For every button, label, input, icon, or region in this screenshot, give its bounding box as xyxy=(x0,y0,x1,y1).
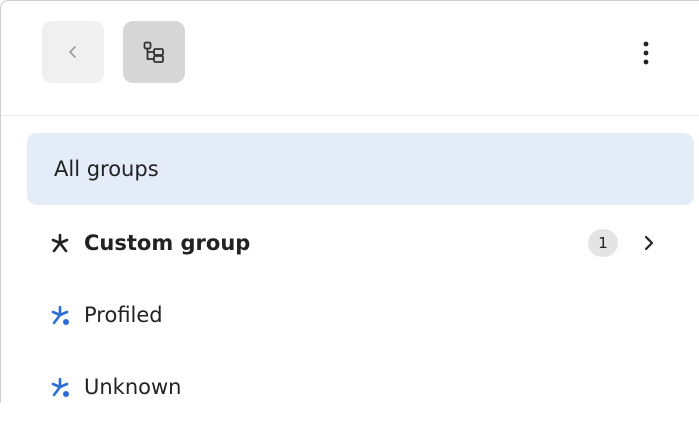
hierarchy-view-button[interactable] xyxy=(123,21,185,83)
chevron-left-icon xyxy=(69,46,76,58)
back-button[interactable] xyxy=(42,21,104,83)
more-options-button[interactable] xyxy=(631,35,661,71)
more-vertical-icon xyxy=(643,41,649,65)
chevron-right-icon[interactable] xyxy=(639,233,659,253)
groups-panel: All groups Custom group 1 Profiled Unkno… xyxy=(0,0,699,403)
group-item-label: Custom group xyxy=(84,231,251,255)
group-item-profiled[interactable]: Profiled xyxy=(27,279,694,351)
group-item-label: Profiled xyxy=(84,303,163,327)
group-item-custom-group[interactable]: Custom group 1 xyxy=(27,207,694,279)
profiled-group-icon xyxy=(49,304,71,326)
count-badge: 1 xyxy=(588,229,618,257)
unknown-group-icon xyxy=(49,376,71,398)
group-item-all-groups[interactable]: All groups xyxy=(27,133,694,205)
group-item-label: Unknown xyxy=(84,375,182,399)
custom-group-icon xyxy=(49,232,71,254)
panel-toolbar xyxy=(1,1,699,116)
hierarchy-icon xyxy=(143,41,164,63)
group-item-label: All groups xyxy=(54,157,159,181)
group-item-unknown[interactable]: Unknown xyxy=(27,351,694,423)
